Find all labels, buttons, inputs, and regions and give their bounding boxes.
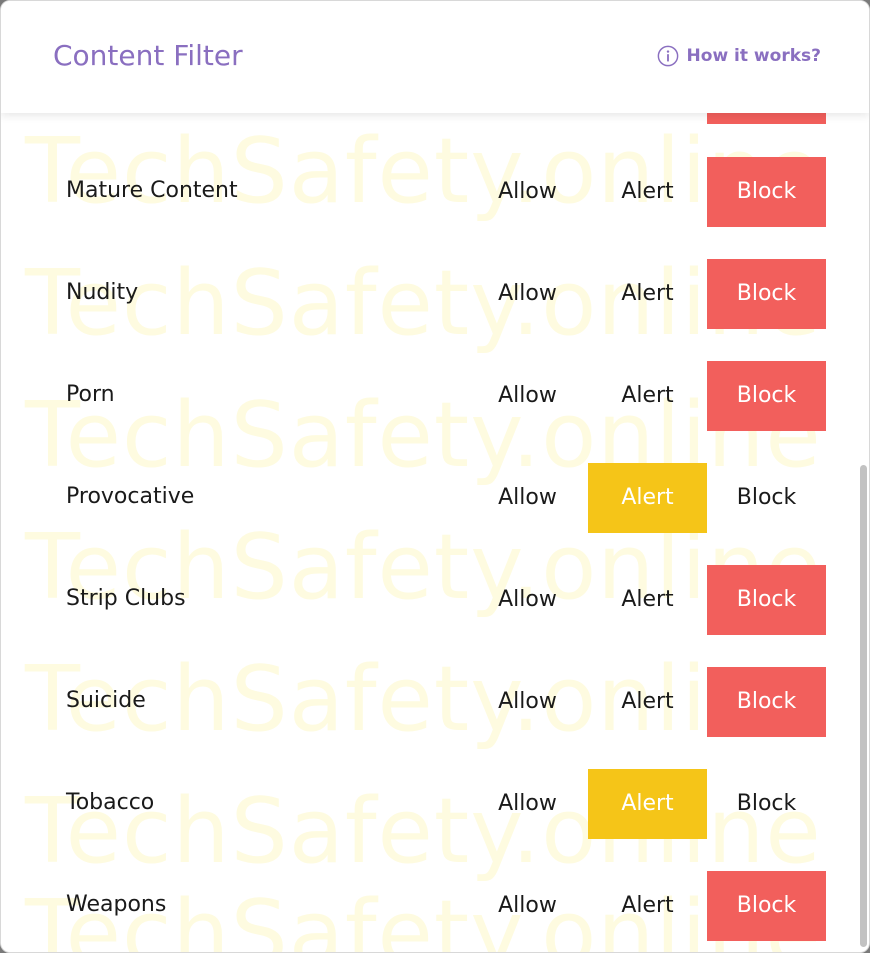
block-button[interactable]: Block <box>707 871 826 941</box>
allow-button[interactable]: Allow <box>468 565 587 635</box>
block-button[interactable]: Block <box>707 667 826 737</box>
category-label: Porn <box>66 382 115 407</box>
block-button[interactable]: Block <box>707 769 826 839</box>
block-button[interactable]: Block <box>707 157 826 227</box>
category-label: Suicide <box>66 688 146 713</box>
scrollbar[interactable] <box>858 113 868 951</box>
content-filter-panel: TechSafety.online TechSafety.online Tech… <box>0 0 870 953</box>
alert-button[interactable]: Alert <box>588 463 707 533</box>
allow-button[interactable]: Allow <box>468 667 587 737</box>
block-button[interactable]: Block <box>707 361 826 431</box>
category-list: Mature Content Allow Alert Block Nudity Allow… <box>1 1 869 952</box>
category-label: Mature Content <box>66 178 238 203</box>
category-row: Porn Allow Alert Block <box>1 361 861 431</box>
allow-button[interactable]: Allow <box>468 361 587 431</box>
allow-button[interactable]: Allow <box>468 259 587 329</box>
category-row: Tobacco Allow Alert Block <box>1 769 861 839</box>
alert-button[interactable]: Alert <box>588 259 707 329</box>
how-it-works-link[interactable]: How it works? <box>657 45 821 67</box>
category-label: Strip Clubs <box>66 586 186 611</box>
allow-button[interactable]: Allow <box>468 463 587 533</box>
category-row: Weapons Allow Alert Block <box>1 871 861 941</box>
category-label: Weapons <box>66 892 167 917</box>
page-title: Content Filter <box>53 39 243 72</box>
info-icon <box>657 45 678 67</box>
category-row: Suicide Allow Alert Block <box>1 667 861 737</box>
alert-button[interactable]: Alert <box>588 667 707 737</box>
header: Content Filter How it works? <box>1 1 869 113</box>
block-button[interactable]: Block <box>707 463 826 533</box>
alert-button[interactable]: Alert <box>588 871 707 941</box>
category-row: Provocative Allow Alert Block <box>1 463 861 533</box>
block-button[interactable]: Block <box>707 259 826 329</box>
alert-button[interactable]: Alert <box>588 769 707 839</box>
allow-button[interactable]: Allow <box>468 871 587 941</box>
category-row: Nudity Allow Alert Block <box>1 259 861 329</box>
category-label: Nudity <box>66 280 139 305</box>
block-button[interactable]: Block <box>707 565 826 635</box>
category-label: Provocative <box>66 484 195 509</box>
alert-button[interactable]: Alert <box>588 565 707 635</box>
how-it-works-label: How it works? <box>686 46 821 66</box>
category-row: Strip Clubs Allow Alert Block <box>1 565 861 635</box>
category-row: Mature Content Allow Alert Block <box>1 157 861 227</box>
alert-button[interactable]: Alert <box>588 157 707 227</box>
category-label: Tobacco <box>66 790 155 815</box>
scrollbar-thumb[interactable] <box>860 465 867 947</box>
allow-button[interactable]: Allow <box>468 157 587 227</box>
allow-button[interactable]: Allow <box>468 769 587 839</box>
alert-button[interactable]: Alert <box>588 361 707 431</box>
